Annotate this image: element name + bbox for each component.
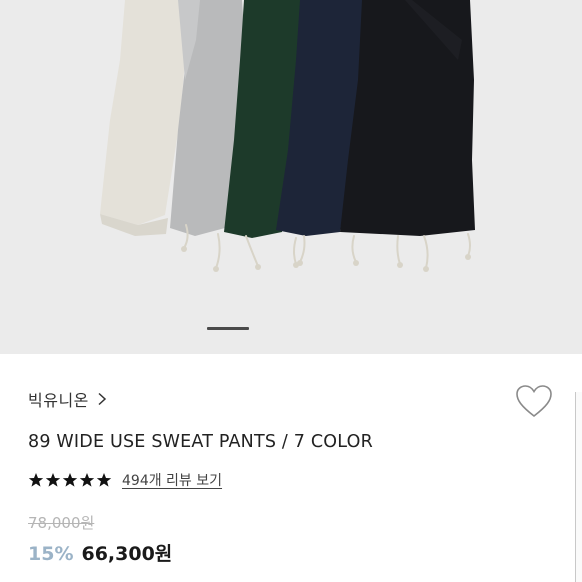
product-title: 89 WIDE USE SWEAT PANTS / 7 COLOR bbox=[28, 432, 373, 452]
star-icon bbox=[62, 473, 78, 487]
side-panel-edge bbox=[575, 392, 582, 582]
brand-name: 빅유니온 bbox=[28, 391, 89, 410]
sweatpants-photo bbox=[100, 0, 475, 272]
review-link[interactable]: 494개 리뷰 보기 bbox=[122, 470, 222, 490]
brand-link[interactable]: 빅유니온 bbox=[28, 387, 109, 411]
heart-outline-icon[interactable] bbox=[515, 384, 553, 420]
rating-row: 494개 리뷰 보기 bbox=[28, 470, 222, 490]
discount-rate: 15% bbox=[28, 543, 74, 565]
star-icon bbox=[45, 473, 61, 487]
sale-price: 66,300원 bbox=[81, 543, 173, 565]
product-image-carousel[interactable] bbox=[0, 0, 582, 354]
star-icon bbox=[79, 473, 95, 487]
carousel-indicator[interactable] bbox=[207, 327, 249, 330]
price-row: 15% 66,300원 bbox=[28, 539, 172, 566]
product-info: 빅유니온 89 WIDE USE SWEAT PANTS / 7 COLOR 4… bbox=[0, 354, 582, 582]
original-price: 78,000원 bbox=[28, 514, 95, 532]
chevron-right-icon bbox=[98, 392, 107, 406]
star-icon bbox=[96, 473, 112, 487]
star-rating bbox=[28, 472, 112, 488]
star-icon bbox=[28, 473, 44, 487]
